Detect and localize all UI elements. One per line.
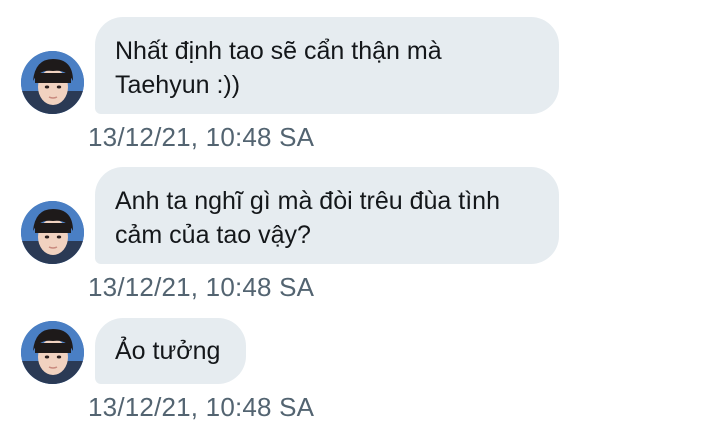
avatar[interactable]	[21, 321, 84, 384]
message-text-line: cảm của tao vậy?	[115, 221, 311, 249]
message-bubble[interactable]: Nhất định tao sẽ cẩn thận mà Taehyun :))	[95, 17, 559, 114]
message-timestamp: 13/12/21, 10:48 SA	[88, 392, 315, 422]
profile-photo-icon	[21, 51, 84, 114]
avatar[interactable]	[21, 201, 84, 264]
message-timestamp: 13/12/21, 10:48 SA	[88, 272, 315, 302]
message-bubble[interactable]: Anh ta nghĩ gì mà đòi trêu đùa tình cảm …	[95, 167, 559, 264]
profile-photo-icon	[21, 321, 84, 384]
avatar[interactable]	[21, 51, 84, 114]
profile-photo-icon	[21, 201, 84, 264]
message-timestamp: 13/12/21, 10:48 SA	[88, 122, 315, 152]
message-bubble[interactable]: Ảo tưởng	[95, 318, 246, 384]
message-text-line: Anh ta nghĩ gì mà đòi trêu đùa tình	[115, 187, 500, 215]
message-text-line: Nhất định tao sẽ cẩn thận mà	[115, 37, 442, 65]
message-text-line: Ảo tưởng	[115, 337, 221, 365]
message-text-line: Taehyun :))	[115, 71, 241, 99]
